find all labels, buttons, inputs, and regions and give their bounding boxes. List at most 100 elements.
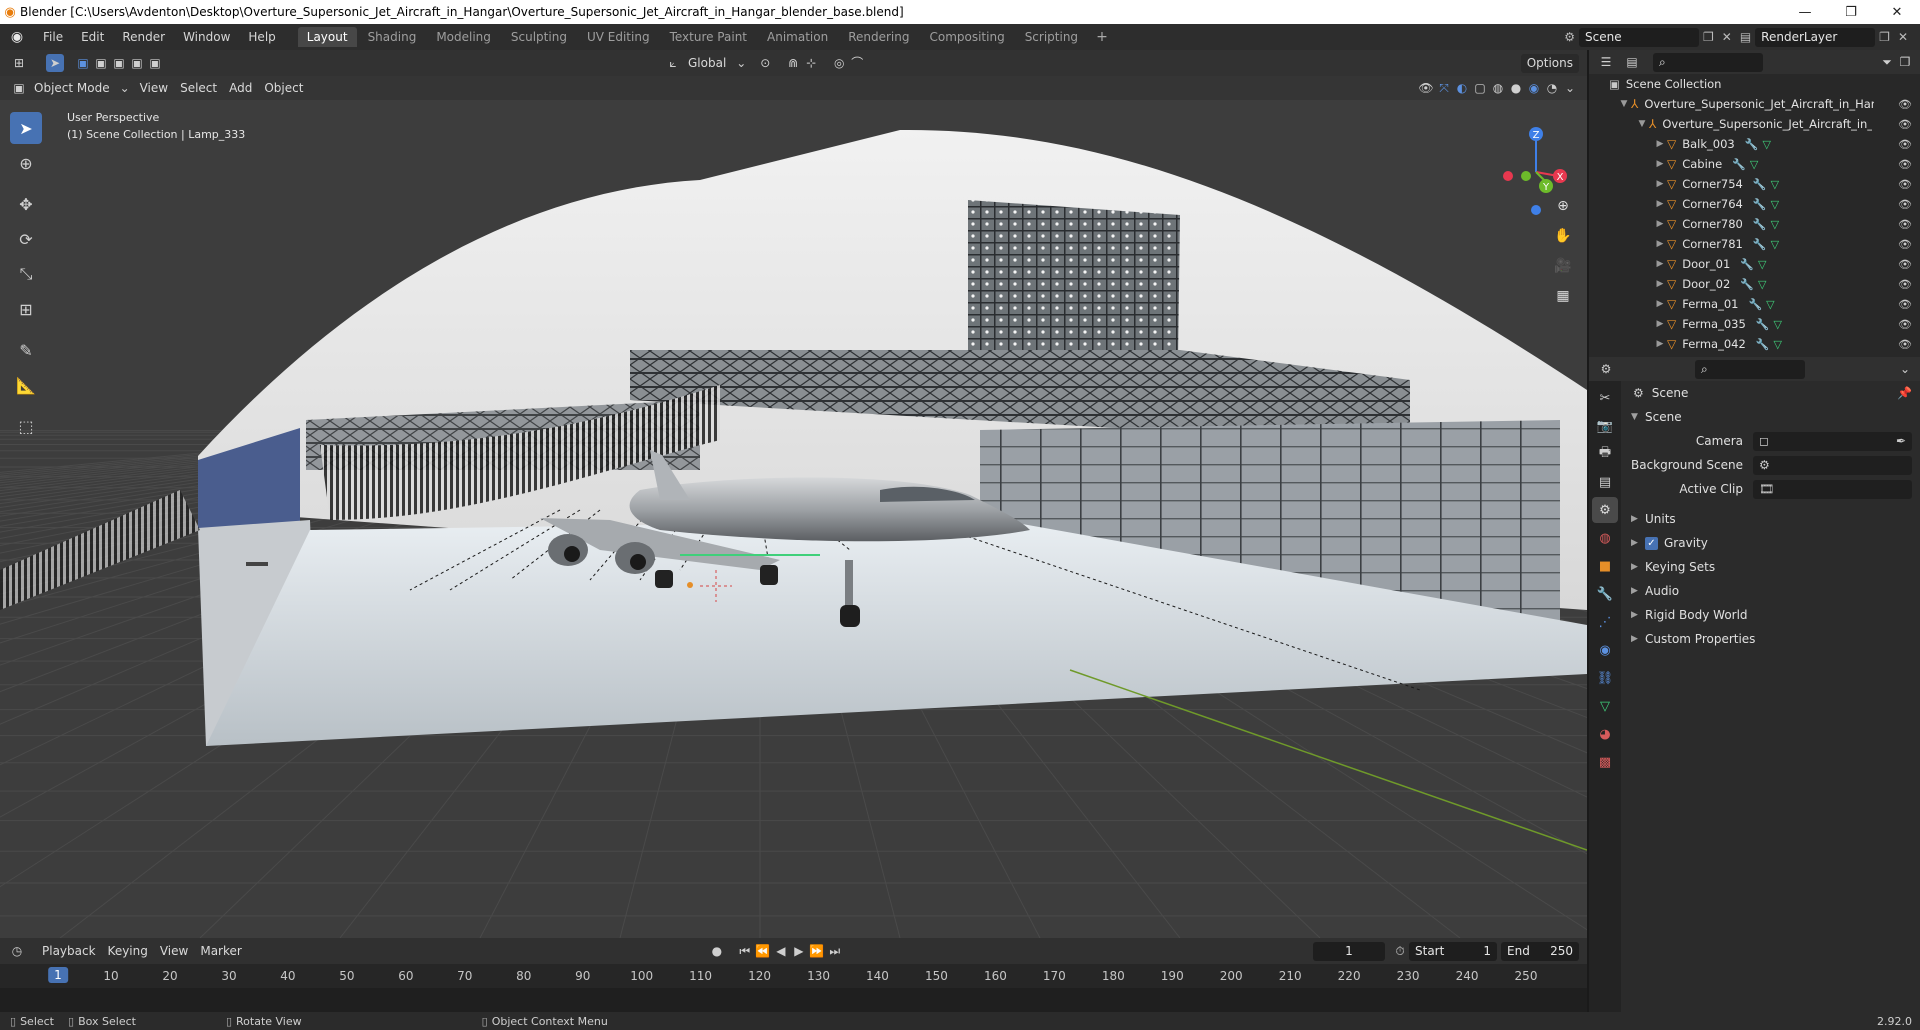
new-collection-icon[interactable]: ❐	[1896, 53, 1914, 71]
shading-solid-icon[interactable]: ●	[1507, 79, 1525, 97]
current-frame-marker[interactable]: 1	[48, 967, 68, 983]
delete-scene-icon[interactable]: ✕	[1718, 30, 1736, 44]
viewport-scene[interactable]	[0, 50, 1587, 938]
modifier-icon[interactable]: 🔧	[1740, 258, 1754, 271]
outliner-object-row[interactable]: ▶ ▽ Ferma_035 🔧 ▽ 👁	[1589, 314, 1920, 334]
visibility-icon[interactable]: 👁	[1417, 79, 1435, 97]
scale-tool-icon[interactable]: ⤡	[10, 258, 42, 290]
delete-view-layer-icon[interactable]: ✕	[1894, 30, 1912, 44]
mesh-data-icon[interactable]: ▽	[1773, 338, 1781, 351]
snap-target-icon[interactable]: ⊹	[802, 54, 820, 72]
tab-uv-editing[interactable]: UV Editing	[578, 27, 659, 47]
material-tab-icon[interactable]: ◕	[1592, 721, 1618, 747]
maximize-icon[interactable]: ❐	[1828, 5, 1874, 20]
constraints-tab-icon[interactable]: ⛓	[1592, 665, 1618, 691]
timeline-ruler[interactable]: 1 10 20 30 40 50 60 70 80 90 100 110 120 130 140 150 160…	[0, 964, 1587, 1012]
camera-view-icon[interactable]: 🎥	[1549, 252, 1577, 280]
mode-dropdown[interactable]: Object Mode	[28, 79, 116, 98]
object-mode-icon[interactable]: ▣	[10, 79, 28, 97]
start-frame-field[interactable]: Start 1	[1409, 941, 1497, 961]
outliner-object-row[interactable]: ▶ ▽ Door_01 🔧 ▽ 👁	[1589, 254, 1920, 274]
modifier-tab-icon[interactable]: 🔧	[1592, 581, 1618, 607]
eye-icon[interactable]: 👁	[1898, 98, 1912, 111]
select-tool-icon[interactable]: ➤	[46, 54, 64, 72]
expand-icon[interactable]: ▶	[1653, 219, 1667, 229]
mesh-data-icon[interactable]: ▽	[1766, 298, 1774, 311]
units-section[interactable]: ▶ Units	[1623, 507, 1920, 531]
timeline-track[interactable]	[0, 988, 1587, 1012]
menu-marker[interactable]: Marker	[194, 942, 247, 961]
keying-sets-section[interactable]: ▶ Keying Sets	[1623, 555, 1920, 579]
mesh-data-icon[interactable]: ▽	[1771, 198, 1779, 211]
new-scene-icon[interactable]: ❐	[1699, 30, 1718, 44]
mesh-data-icon[interactable]: ▽	[1773, 318, 1781, 331]
modifier-icon[interactable]: 🔧	[1756, 338, 1770, 351]
3d-viewport[interactable]: ⊞ ➤ ▣ ▣ ▣ ▣ ▣ ⟀ Global ⌄ ⊙ ⋒ ⊹ ◎ ⌒ Optio…	[0, 50, 1587, 938]
modifier-icon[interactable]: 🔧	[1756, 318, 1770, 331]
eye-icon[interactable]: 👁	[1898, 218, 1912, 231]
expand-icon[interactable]: ▶	[1653, 199, 1667, 209]
data-tab-icon[interactable]: ▽	[1592, 693, 1618, 719]
eye-icon[interactable]: 👁	[1898, 298, 1912, 311]
modifier-icon[interactable]: 🔧	[1732, 158, 1746, 171]
scene-icon[interactable]: ⚙	[1560, 30, 1579, 44]
outliner-editor-icon[interactable]: ☰	[1597, 53, 1615, 71]
select-box-intersect-icon[interactable]: ▣	[146, 54, 164, 72]
tool-tab-icon[interactable]: ✂	[1592, 385, 1618, 411]
subcollection-row[interactable]: ▼ ⅄ Overture_Supersonic_Jet_Aircraft_in_…	[1589, 114, 1920, 134]
tab-compositing[interactable]: Compositing	[920, 27, 1013, 47]
shading-rendered-icon[interactable]: ◔	[1543, 79, 1561, 97]
particles-tab-icon[interactable]: ⋰	[1592, 609, 1618, 635]
xray-icon[interactable]: ▢	[1471, 79, 1489, 97]
gravity-checkbox[interactable]: ✓	[1645, 536, 1658, 550]
transform-orientation-dropdown[interactable]: Global	[682, 54, 732, 73]
scene-collection-row[interactable]: ▣ Scene Collection	[1589, 74, 1920, 94]
audio-section[interactable]: ▶ Audio	[1623, 579, 1920, 603]
modifier-icon[interactable]: 🔧	[1753, 218, 1767, 231]
annotate-tool-icon[interactable]: ✎	[10, 334, 42, 366]
select-box-invert-icon[interactable]: ▣	[128, 54, 146, 72]
proportional-edit-icon[interactable]: ◎	[830, 54, 848, 72]
zoom-icon[interactable]: ⊕	[1549, 192, 1577, 220]
modifier-icon[interactable]: 🔧	[1753, 198, 1767, 211]
tab-sculpting[interactable]: Sculpting	[502, 27, 576, 47]
properties-search-input[interactable]: ⌕	[1695, 359, 1805, 379]
menu-window[interactable]: Window	[174, 30, 239, 44]
custom-properties-section[interactable]: ▶ Custom Properties	[1623, 627, 1920, 651]
camera-field[interactable]: ◻ ✒	[1753, 431, 1912, 451]
select-box-new-icon[interactable]: ▣	[74, 54, 92, 72]
rigid-body-world-section[interactable]: ▶ Rigid Body World	[1623, 603, 1920, 627]
measure-tool-icon[interactable]: 📐	[10, 369, 42, 401]
mesh-data-icon[interactable]: ▽	[1771, 178, 1779, 191]
menu-help[interactable]: Help	[239, 30, 284, 44]
outliner-object-row[interactable]: ▶ ▽ Balk_003 🔧 ▽ 👁	[1589, 134, 1920, 154]
tab-texture-paint[interactable]: Texture Paint	[661, 27, 756, 47]
modifier-icon[interactable]: 🔧	[1740, 278, 1754, 291]
move-tool-icon[interactable]: ✥	[10, 188, 42, 220]
collection-row[interactable]: ▼ ⅄ Overture_Supersonic_Jet_Aircraft_in_…	[1589, 94, 1920, 114]
texture-tab-icon[interactable]: ▩	[1592, 749, 1618, 775]
overlay-toggle-icon[interactable]: ◐	[1453, 79, 1471, 97]
falloff-icon[interactable]: ⌒	[848, 54, 866, 72]
eye-icon[interactable]: 👁	[1898, 138, 1912, 151]
tab-shading[interactable]: Shading	[359, 27, 426, 47]
view-layer-tab-icon[interactable]: ▤	[1592, 469, 1618, 495]
outliner-object-row[interactable]: ▶ ▽ Ferma_042 🔧 ▽ 👁	[1589, 334, 1920, 354]
add-workspace-icon[interactable]: +	[1088, 29, 1116, 45]
chevron-down-icon[interactable]: ⌄	[732, 54, 750, 72]
properties-options-icon[interactable]: ⌄	[1896, 360, 1914, 378]
tab-layout[interactable]: Layout	[297, 27, 357, 47]
tab-scripting[interactable]: Scripting	[1016, 27, 1087, 47]
mesh-data-icon[interactable]: ▽	[1771, 238, 1779, 251]
expand-icon[interactable]: ▶	[1653, 139, 1667, 149]
modifier-icon[interactable]: 🔧	[1753, 178, 1767, 191]
end-frame-field[interactable]: End 250	[1501, 941, 1579, 961]
jump-end-icon[interactable]: ⏭	[826, 942, 844, 960]
rotate-tool-icon[interactable]: ⟳	[10, 223, 42, 255]
tab-rendering[interactable]: Rendering	[839, 27, 918, 47]
options-dropdown[interactable]: Options	[1520, 53, 1579, 73]
view-layer-icon[interactable]: ▤	[1736, 30, 1755, 44]
mesh-data-icon[interactable]: ▽	[1762, 138, 1770, 151]
tab-animation[interactable]: Animation	[758, 27, 837, 47]
shading-options-icon[interactable]: ⌄	[1561, 79, 1579, 97]
